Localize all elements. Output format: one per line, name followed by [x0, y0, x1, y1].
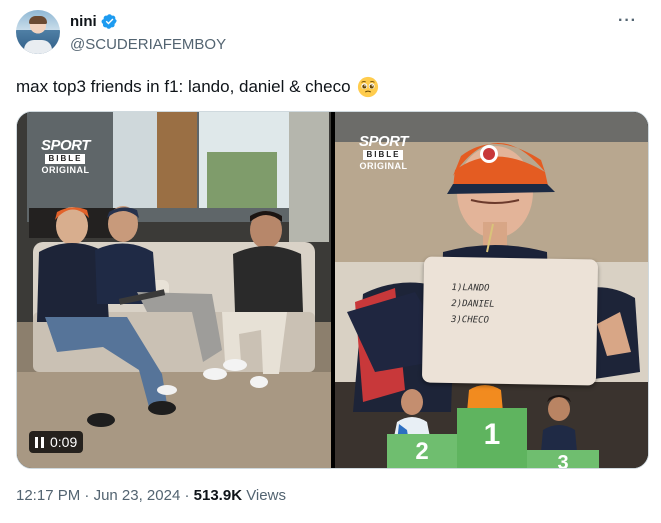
card-line-3: 3)CHECO: [450, 314, 490, 326]
media-container[interactable]: SPORT BIBLE ORIGINAL 0:09 SPORT BIBLE OR…: [16, 111, 649, 469]
podium-first: 1: [457, 408, 527, 468]
logo-sport-right: SPORT: [359, 133, 408, 150]
card-line-1: 1)LANDO: [451, 282, 490, 294]
tweet-meta: 12:17 PM · Jun 23, 2024 · 513.9K Views: [16, 487, 286, 504]
sportbible-logo-right: SPORT BIBLE ORIGINAL: [359, 134, 408, 171]
logo-bible: BIBLE: [45, 154, 86, 164]
tweet-text: max top3 friends in f1: lando, daniel & …: [16, 76, 379, 98]
pause-icon[interactable]: [35, 436, 44, 448]
podium-second: 2: [387, 434, 457, 468]
meta-separator: ·: [184, 487, 194, 504]
logo-bible-right: BIBLE: [363, 150, 404, 160]
pleading-face-icon: [357, 76, 378, 98]
author-handle[interactable]: @SCUDERIAFEMBOY: [70, 36, 226, 53]
card-line-2: 2)DANIEL: [451, 298, 495, 310]
views-label: Views: [246, 487, 286, 504]
tweet-time[interactable]: 12:17 PM: [16, 487, 80, 504]
video-time: 0:09: [50, 434, 78, 450]
author-name-row[interactable]: nini: [70, 13, 118, 30]
avatar-hair: [29, 16, 47, 24]
handwritten-card: 1)LANDO 2)DANIEL 3)CHECO: [421, 256, 599, 386]
display-name[interactable]: nini: [70, 13, 97, 30]
avatar-shirt: [24, 40, 52, 54]
photo-image[interactable]: SPORT BIBLE ORIGINAL 1)LANDO 2)DANIEL 3)…: [335, 112, 648, 468]
podium-third: 3: [527, 450, 599, 468]
verified-badge-icon: [101, 14, 117, 29]
more-options-icon[interactable]: ···: [618, 12, 637, 30]
meta-separator: ·: [84, 487, 94, 504]
logo-original: ORIGINAL: [41, 165, 90, 175]
logo-original-right: ORIGINAL: [359, 161, 408, 171]
video-player[interactable]: SPORT BIBLE ORIGINAL 0:09: [17, 112, 331, 468]
views-count[interactable]: 513.9K: [194, 487, 242, 504]
avatar[interactable]: [16, 10, 60, 54]
video-time-badge[interactable]: 0:09: [29, 431, 84, 453]
tweet-date[interactable]: Jun 23, 2024: [94, 487, 181, 504]
tweet-body: max top3 friends in f1: lando, daniel & …: [16, 77, 351, 96]
sportbible-logo: SPORT BIBLE ORIGINAL: [41, 138, 90, 175]
logo-sport: SPORT: [41, 137, 90, 154]
